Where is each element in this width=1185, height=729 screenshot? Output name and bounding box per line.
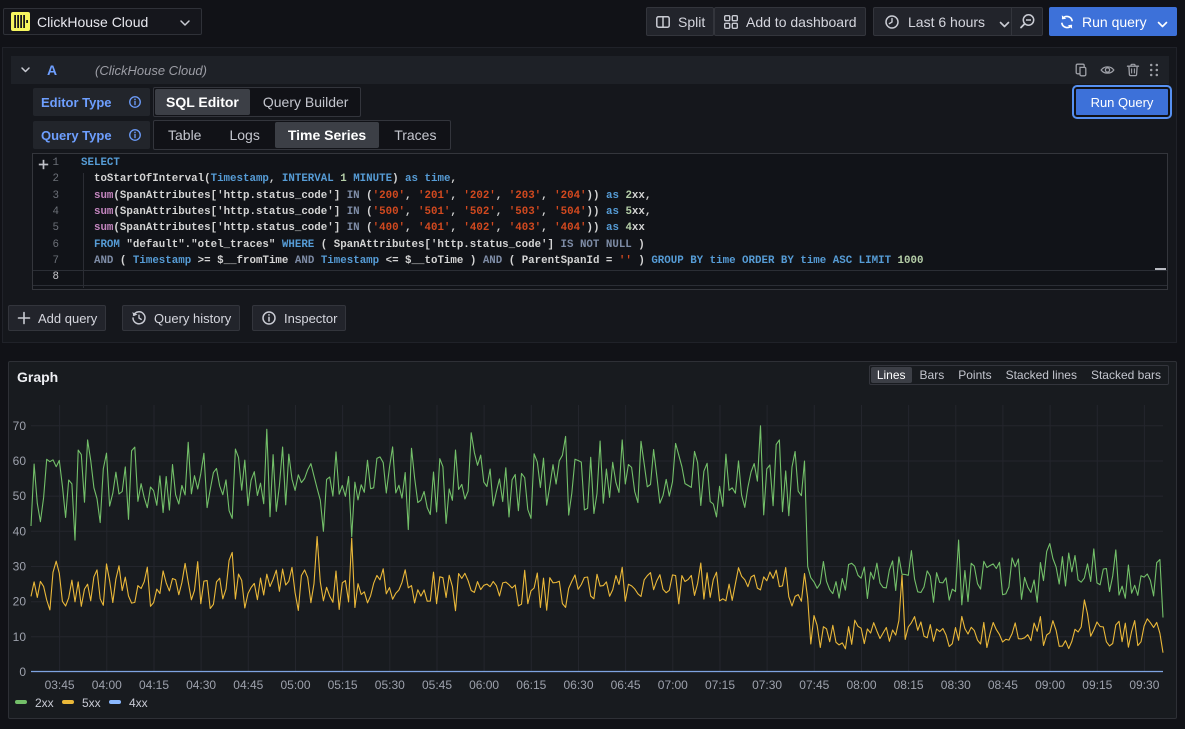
svg-text:06:15: 06:15 [516, 678, 546, 692]
svg-text:50: 50 [13, 489, 27, 503]
svg-text:20: 20 [13, 595, 27, 609]
svg-text:03:45: 03:45 [45, 678, 75, 692]
svg-text:04:45: 04:45 [233, 678, 263, 692]
svg-text:08:00: 08:00 [846, 678, 876, 692]
svg-text:09:15: 09:15 [1082, 678, 1112, 692]
svg-text:70: 70 [13, 419, 27, 433]
svg-text:05:45: 05:45 [422, 678, 452, 692]
svg-text:06:00: 06:00 [469, 678, 499, 692]
svg-text:07:15: 07:15 [705, 678, 735, 692]
svg-text:30: 30 [13, 560, 27, 574]
svg-text:4xx: 4xx [129, 696, 148, 710]
svg-text:10: 10 [13, 630, 27, 644]
svg-text:0: 0 [19, 665, 26, 679]
svg-text:04:30: 04:30 [186, 678, 216, 692]
svg-text:07:00: 07:00 [658, 678, 688, 692]
svg-text:06:30: 06:30 [563, 678, 593, 692]
svg-text:05:00: 05:00 [280, 678, 310, 692]
svg-text:07:30: 07:30 [752, 678, 782, 692]
svg-text:05:15: 05:15 [328, 678, 358, 692]
svg-text:05:30: 05:30 [375, 678, 405, 692]
svg-text:08:15: 08:15 [894, 678, 924, 692]
svg-text:07:45: 07:45 [799, 678, 829, 692]
svg-text:04:00: 04:00 [92, 678, 122, 692]
svg-text:08:30: 08:30 [941, 678, 971, 692]
svg-text:60: 60 [13, 454, 27, 468]
svg-text:09:30: 09:30 [1129, 678, 1159, 692]
svg-text:2xx: 2xx [35, 696, 54, 710]
svg-text:09:00: 09:00 [1035, 678, 1065, 692]
svg-text:40: 40 [13, 524, 27, 538]
svg-text:04:15: 04:15 [139, 678, 169, 692]
svg-text:06:45: 06:45 [611, 678, 641, 692]
svg-text:08:45: 08:45 [988, 678, 1018, 692]
svg-text:5xx: 5xx [82, 696, 101, 710]
